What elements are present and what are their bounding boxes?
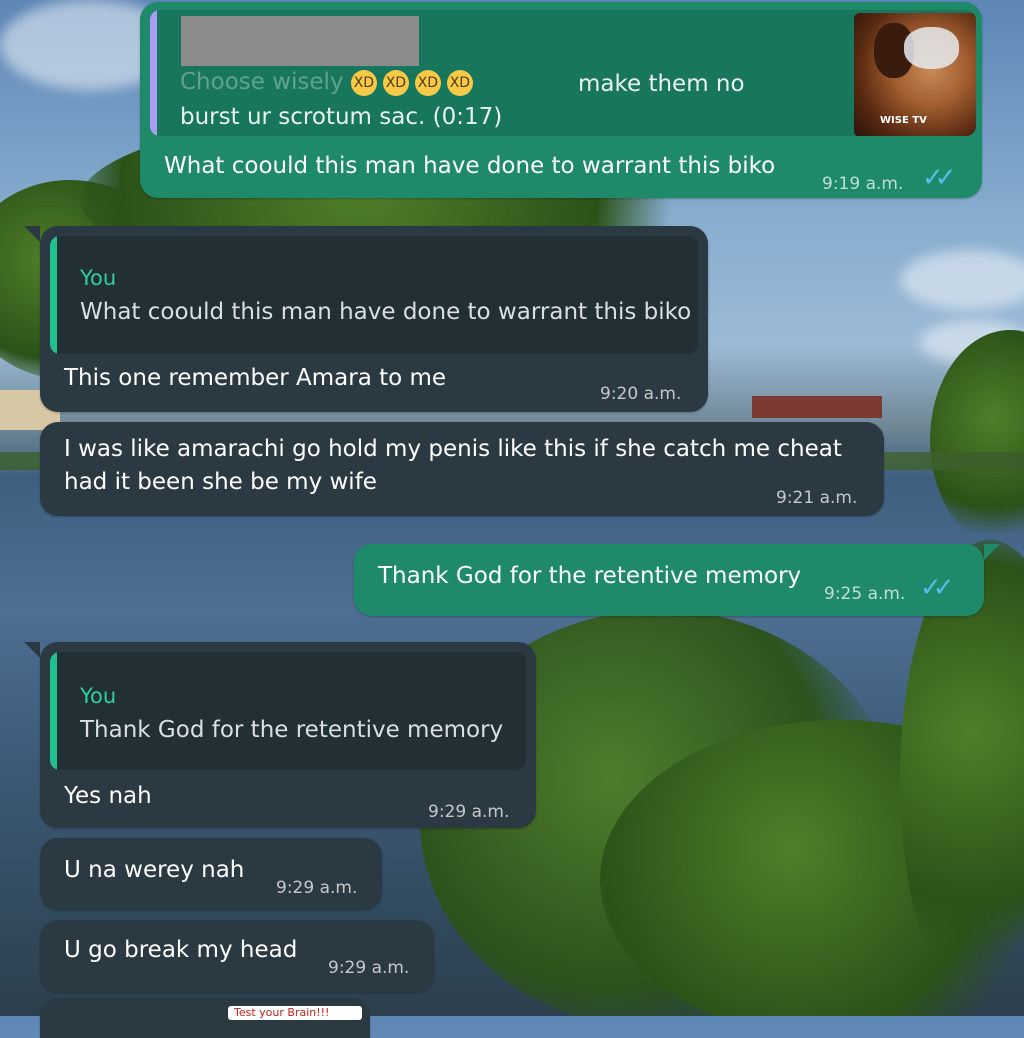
redacted-name	[181, 16, 419, 66]
message-time: 9:29 a.m.	[276, 878, 358, 898]
incoming-message-bubble[interactable]: You What coould this man have done to wa…	[24, 226, 708, 412]
message-time: 9:29 a.m.	[328, 958, 410, 978]
incoming-message-bubble[interactable]: I was like amarachi go hold my penis lik…	[40, 422, 884, 516]
next-message-preview: Test your Brain!!!	[228, 1006, 362, 1020]
message-time: 9:25 a.m.	[824, 584, 906, 604]
media-reply-preview[interactable]: Choose wisely XD XD XD XD make them no burs…	[150, 10, 976, 136]
message-time: 9:19 a.m.	[822, 174, 904, 194]
message-text-line2: had it been she be my wife	[64, 469, 377, 495]
read-ticks-icon: ✓✓	[922, 163, 956, 193]
video-thumbnail[interactable]: WISE TV	[854, 13, 976, 136]
thumbnail-shape	[904, 27, 959, 69]
quoted-message[interactable]: You Thank God for the retentive memory	[50, 652, 526, 770]
message-text: Thank God for the retentive memory	[378, 563, 802, 589]
incoming-message-bubble[interactable]: U na werey nah 9:29 a.m.	[40, 838, 382, 910]
quote-author: You	[80, 684, 117, 708]
quote-author: You	[80, 266, 117, 290]
message-time: 9:21 a.m.	[776, 488, 858, 508]
quote-accent-bar	[50, 652, 57, 770]
message-text: What coould this man have done to warran…	[164, 153, 776, 179]
quote-accent-bar	[150, 10, 157, 136]
outgoing-message-bubble[interactable]: Thank God for the retentive memory 9:25 …	[354, 544, 1000, 616]
outgoing-message-bubble[interactable]: Choose wisely XD XD XD XD make them no burs…	[140, 2, 982, 198]
quote-accent-bar	[50, 236, 57, 354]
message-text: Yes nah	[64, 783, 152, 809]
quote-text: What coould this man have done to warran…	[80, 299, 692, 325]
message-text: U na werey nah	[64, 857, 245, 883]
incoming-message-bubble[interactable]: U go break my head 9:29 a.m.	[40, 920, 434, 992]
message-text: This one remember Amara to me	[64, 365, 447, 391]
reply-caption: make them no burst ur scrotum sac. (0:17…	[180, 71, 745, 130]
incoming-message-bubble[interactable]: You Thank God for the retentive memory Y…	[24, 642, 536, 828]
quote-text: Thank God for the retentive memory	[80, 717, 504, 743]
quoted-message[interactable]: You What coould this man have done to wa…	[50, 236, 698, 354]
message-time: 9:29 a.m.	[428, 802, 510, 822]
message-text-line1: I was like amarachi go hold my penis lik…	[64, 436, 842, 462]
message-text: U go break my head	[64, 937, 298, 963]
read-ticks-icon: ✓✓	[920, 573, 954, 603]
message-time: 9:20 a.m.	[600, 384, 682, 404]
thumbnail-watermark: WISE TV	[880, 115, 927, 126]
